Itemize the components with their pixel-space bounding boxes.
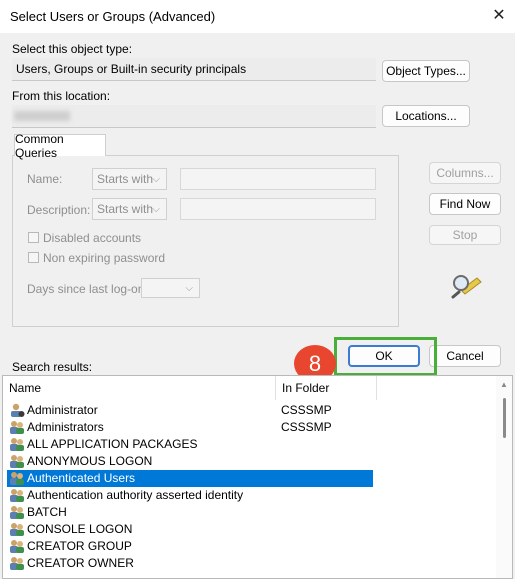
- close-icon[interactable]: ✕: [488, 4, 510, 26]
- days-since-logon-combo[interactable]: ⌵: [141, 278, 200, 298]
- cancel-button[interactable]: Cancel: [429, 345, 501, 367]
- window-title: Select Users or Groups (Advanced): [10, 9, 216, 24]
- object-types-button[interactable]: Object Types...: [382, 60, 470, 82]
- group-icon: [10, 455, 24, 468]
- locations-button[interactable]: Locations...: [382, 105, 470, 127]
- column-header-folder[interactable]: In Folder: [276, 376, 377, 400]
- group-icon: [10, 540, 24, 553]
- columns-button[interactable]: Columns...: [429, 162, 501, 184]
- tab-common-queries[interactable]: Common Queries: [14, 132, 106, 160]
- chevron-down-icon: ⌵: [185, 283, 193, 294]
- group-icon: [10, 489, 24, 502]
- user-icon: [11, 403, 25, 417]
- group-icon: [10, 421, 24, 434]
- description-label: Description:: [27, 203, 91, 217]
- search-magnifier-icon: [451, 275, 482, 299]
- scroll-thumb[interactable]: [503, 398, 506, 438]
- name-match-value: Starts with: [97, 172, 154, 186]
- chevron-down-icon: ⌵: [152, 174, 160, 185]
- redacted-location: [14, 111, 70, 121]
- object-type-label: Select this object type:: [12, 42, 133, 56]
- group-icon: [10, 472, 24, 485]
- group-icon: [10, 438, 24, 451]
- group-icon: [10, 506, 24, 519]
- non-expiring-password-checkbox[interactable]: [28, 252, 39, 263]
- non-expiring-password-label: Non expiring password: [43, 251, 166, 265]
- disabled-accounts-label: Disabled accounts: [43, 231, 142, 245]
- days-since-logon-label: Days since last log-on:: [27, 282, 148, 296]
- name-label: Name:: [27, 172, 63, 186]
- result-name: CONSOLE LOGON: [27, 522, 133, 536]
- name-input[interactable]: [180, 168, 376, 190]
- find-now-button[interactable]: Find Now: [429, 193, 501, 215]
- location-label: From this location:: [12, 89, 111, 103]
- search-results-label: Search results:: [12, 360, 93, 374]
- result-name: CREATOR GROUP: [27, 539, 132, 553]
- results-scrollbar[interactable]: ▲: [496, 376, 512, 578]
- object-type-field: Users, Groups or Built-in security princ…: [12, 58, 376, 81]
- ok-highlight-box: [334, 337, 437, 376]
- result-folder: CSSSMP: [281, 420, 332, 434]
- description-match-value: Starts with: [97, 202, 154, 216]
- result-name: BATCH: [27, 505, 67, 519]
- result-name: Authentication authority asserted identi…: [27, 488, 244, 502]
- chevron-down-icon: ⌵: [152, 204, 160, 215]
- result-name: CREATOR OWNER: [27, 556, 134, 570]
- description-input[interactable]: [180, 198, 376, 220]
- group-icon: [10, 523, 24, 536]
- column-header-name[interactable]: Name: [3, 376, 276, 400]
- result-name: ANONYMOUS LOGON: [27, 454, 153, 468]
- name-match-combo[interactable]: Starts with ⌵: [92, 168, 167, 190]
- disabled-accounts-checkbox[interactable]: [28, 232, 39, 243]
- result-folder: CSSSMP: [281, 403, 332, 417]
- result-name: ALL APPLICATION PACKAGES: [27, 437, 198, 451]
- stop-button[interactable]: Stop: [429, 225, 501, 245]
- scroll-up-icon[interactable]: ▲: [500, 380, 508, 389]
- group-icon: [10, 557, 24, 570]
- description-match-combo[interactable]: Starts with ⌵: [92, 198, 167, 220]
- search-results-list[interactable]: Name In Folder Administrator CSSSMP Admini…: [2, 375, 513, 579]
- result-name: Authenticated Users: [7, 470, 373, 487]
